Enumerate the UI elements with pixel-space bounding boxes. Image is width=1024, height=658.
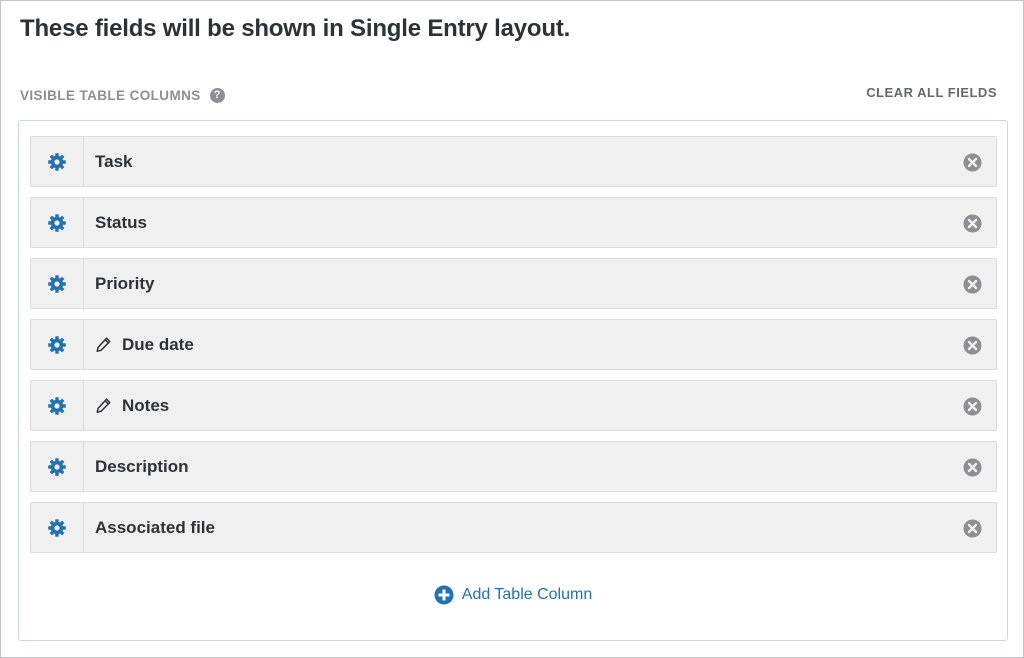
field-settings-button[interactable] (31, 198, 84, 247)
add-table-column-label: Add Table Column (461, 586, 593, 603)
field-row-status[interactable]: Status (30, 197, 997, 248)
section-header: VISIBLE TABLE COLUMNS ? (20, 88, 225, 103)
field-label: Due date (122, 334, 194, 354)
close-circle-icon (963, 275, 982, 293)
field-label: Priority (95, 273, 155, 293)
field-label: Notes (122, 395, 170, 415)
question-circle-icon[interactable]: ? (209, 88, 225, 103)
section-label: VISIBLE TABLE COLUMNS (20, 88, 201, 103)
close-circle-icon (963, 397, 982, 415)
field-label-wrap: Status (95, 213, 147, 233)
remove-field-button[interactable] (963, 519, 982, 538)
gear-icon (48, 152, 66, 171)
gear-icon (48, 335, 66, 354)
field-label-wrap: Due date (95, 335, 194, 355)
plus-circle-icon (434, 585, 454, 605)
remove-field-button[interactable] (963, 214, 982, 233)
pencil-icon (96, 337, 111, 352)
field-row-task[interactable]: Task (30, 136, 997, 187)
gear-icon (48, 396, 66, 415)
field-settings-button[interactable] (31, 442, 84, 491)
remove-field-button[interactable] (963, 397, 982, 416)
field-row-associated-file[interactable]: Associated file (30, 502, 997, 553)
gear-icon (48, 457, 66, 476)
field-settings-button[interactable] (31, 137, 84, 186)
field-label: Description (95, 456, 189, 476)
field-label: Associated file (95, 517, 215, 537)
visible-columns-panel: Task Status Priority Due date Notes Desc… (18, 120, 1008, 641)
field-settings-button[interactable] (31, 381, 84, 430)
gear-icon (48, 274, 66, 293)
page-title: These fields will be shown in Single Ent… (20, 15, 571, 42)
close-circle-icon (963, 153, 982, 171)
close-circle-icon (963, 214, 982, 232)
field-row-due-date[interactable]: Due date (30, 319, 997, 370)
field-label: Task (95, 151, 133, 171)
field-label-wrap: Associated file (95, 518, 215, 538)
field-settings-button[interactable] (31, 259, 84, 308)
close-circle-icon (963, 336, 982, 354)
pencil-icon (96, 398, 111, 413)
close-circle-icon (963, 519, 982, 537)
add-table-column-button[interactable]: Add Table Column (19, 585, 1007, 605)
field-label-wrap: Task (95, 152, 133, 172)
field-label-wrap: Notes (95, 396, 169, 416)
field-row-notes[interactable]: Notes (30, 380, 997, 431)
remove-field-button[interactable] (963, 458, 982, 477)
remove-field-button[interactable] (963, 336, 982, 355)
field-label: Status (95, 212, 147, 232)
field-list: Task Status Priority Due date Notes Desc… (30, 136, 997, 563)
field-label-wrap: Description (95, 457, 189, 477)
close-circle-icon (963, 458, 982, 476)
single-entry-layout-screen: These fields will be shown in Single Ent… (0, 0, 1024, 658)
field-row-priority[interactable]: Priority (30, 258, 997, 309)
field-label-wrap: Priority (95, 274, 155, 294)
clear-all-fields-button[interactable]: CLEAR ALL FIELDS (866, 85, 997, 100)
field-settings-button[interactable] (31, 320, 84, 369)
field-settings-button[interactable] (31, 503, 84, 552)
remove-field-button[interactable] (963, 153, 982, 172)
gear-icon (48, 518, 66, 537)
remove-field-button[interactable] (963, 275, 982, 294)
field-row-description[interactable]: Description (30, 441, 997, 492)
gear-icon (48, 213, 66, 232)
